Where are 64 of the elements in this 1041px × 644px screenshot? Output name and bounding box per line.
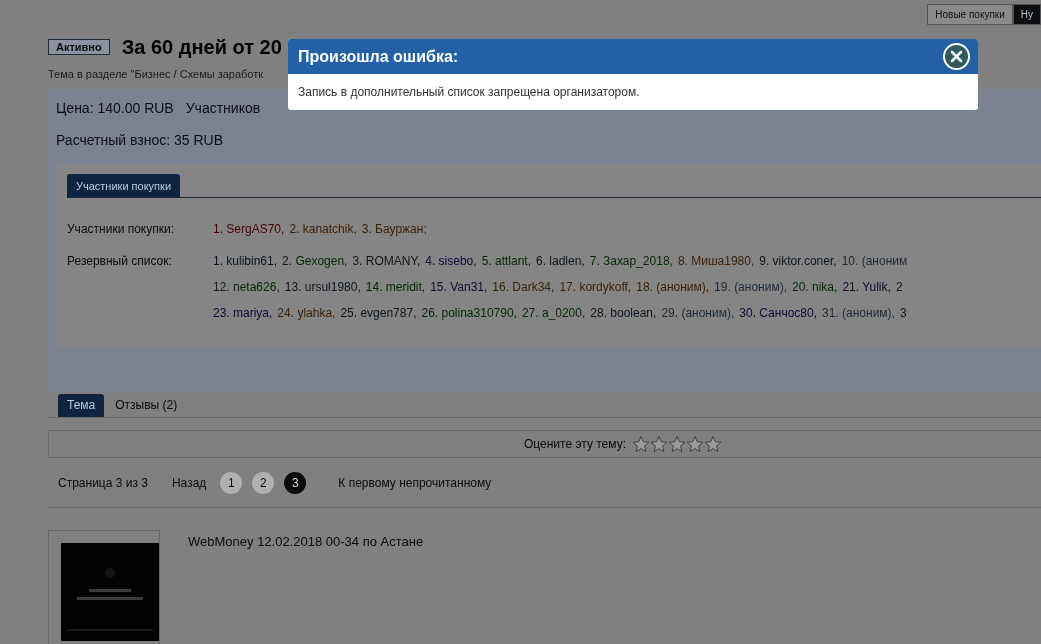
user-link[interactable]: 3. ROMANY, bbox=[352, 252, 421, 271]
status-badge: Активно bbox=[48, 39, 110, 55]
user-link[interactable]: 2 bbox=[895, 278, 903, 297]
user-link[interactable]: 3. Бауржан; bbox=[361, 220, 427, 239]
user-link[interactable]: 4. sisebo, bbox=[425, 252, 477, 271]
user-link[interactable]: 1. kulibin61, bbox=[213, 252, 278, 271]
participants-label: Участники покупки: bbox=[67, 221, 175, 239]
dialog-message: Запись в дополнительный список запрещена организатором. bbox=[297, 84, 641, 101]
participants-tab[interactable]: Участники покупки bbox=[67, 174, 181, 198]
user-link[interactable]: 13. ursul1980, bbox=[284, 278, 361, 297]
user-link[interactable]: 6. ladlen, bbox=[536, 252, 585, 271]
user-link[interactable]: 30. Санчос80, bbox=[739, 304, 817, 323]
prev-link[interactable]: Назад bbox=[171, 474, 207, 492]
user-link[interactable]: 7. Захар_2018, bbox=[589, 252, 673, 271]
user-link[interactable]: 28. boolean, bbox=[590, 304, 657, 323]
user-link[interactable]: 16. Dark34, bbox=[492, 278, 555, 297]
user-link[interactable]: 5. attlant, bbox=[481, 252, 531, 271]
user-link[interactable]: 18. (аноним), bbox=[636, 278, 710, 297]
user-link[interactable]: 23. mariya, bbox=[213, 304, 273, 323]
user-link[interactable]: 2. kanatchik, bbox=[289, 220, 357, 239]
user-link[interactable]: 19. (аноним), bbox=[714, 278, 787, 297]
user-link[interactable]: 26. polina310790, bbox=[421, 304, 517, 323]
user-link[interactable]: 24. ylahka, bbox=[277, 304, 336, 323]
thread-subtitle: Тема в разделе "Бизнес / Схемы заработк bbox=[48, 67, 265, 82]
page-info: Страница 3 из 3 bbox=[58, 475, 148, 492]
star-icon[interactable] bbox=[704, 434, 722, 453]
reserve-label: Резервный список: bbox=[67, 253, 173, 271]
rating-label: Оцените эту тему: bbox=[524, 435, 626, 453]
user-link[interactable]: 31. (аноним), bbox=[822, 304, 895, 323]
user-link[interactable]: 3 bbox=[899, 304, 907, 323]
price-text: Цена: 140.00 RUB bbox=[56, 99, 174, 118]
star-icon[interactable] bbox=[650, 434, 668, 453]
user-link[interactable]: 9. viktor.coner, bbox=[759, 252, 837, 271]
page-button[interactable]: 1 bbox=[220, 472, 243, 494]
user-link[interactable]: 27. a_0200, bbox=[521, 304, 586, 323]
user-link[interactable]: 25. evgen787, bbox=[340, 304, 417, 323]
star-icon[interactable] bbox=[632, 434, 650, 453]
thread-tab[interactable]: Отзывы (2) bbox=[106, 393, 187, 417]
participants-count: Участников bbox=[185, 99, 261, 118]
user-link[interactable]: 29. (аноним), bbox=[661, 304, 735, 323]
nav-button[interactable]: Ну bbox=[1012, 4, 1041, 25]
user-link[interactable]: 1. SergAS70, bbox=[213, 220, 285, 239]
thread-title: За 60 дней от 20 bbox=[121, 35, 282, 60]
user-link[interactable]: 17. kordykoff, bbox=[559, 278, 632, 297]
user-link[interactable]: 2. Gexogen, bbox=[282, 252, 348, 271]
star-icon[interactable] bbox=[668, 434, 686, 453]
post-text: WebMoney 12.02.2018 00-34 по Астане bbox=[188, 532, 424, 551]
user-link[interactable]: 14. meridit, bbox=[365, 278, 426, 297]
thread-tab[interactable]: Тема bbox=[58, 393, 105, 417]
user-link[interactable]: 15. Van31, bbox=[430, 278, 488, 297]
user-link[interactable]: 20. nika, bbox=[792, 278, 838, 297]
nav-button[interactable]: Новые покупки bbox=[927, 4, 1013, 25]
dialog-title: Произошла ошибка: bbox=[298, 46, 459, 67]
fee-text: Расчетный взнос: 35 RUB bbox=[56, 131, 225, 150]
star-icon[interactable] bbox=[686, 434, 704, 453]
user-link[interactable]: 21. Yulik, bbox=[842, 278, 891, 297]
unread-link[interactable]: К первому непрочитанному bbox=[338, 474, 492, 492]
user-link[interactable]: 10. (аноним bbox=[841, 252, 908, 271]
user-link[interactable]: 8. Миша1980, bbox=[677, 252, 755, 271]
star-rating[interactable] bbox=[632, 434, 722, 453]
page-button[interactable]: 2 bbox=[252, 472, 275, 494]
page-button[interactable]: 3 bbox=[284, 472, 307, 494]
close-icon[interactable] bbox=[943, 43, 970, 70]
user-link[interactable]: 12. neta626, bbox=[213, 278, 280, 297]
